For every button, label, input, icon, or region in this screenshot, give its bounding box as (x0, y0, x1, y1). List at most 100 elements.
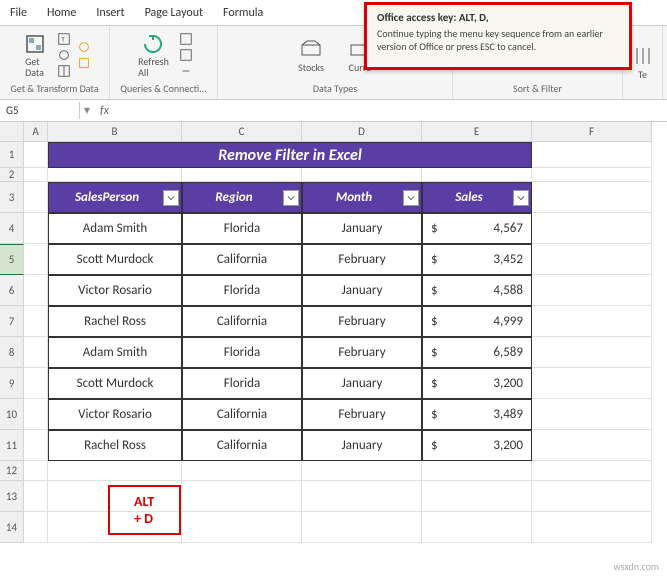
cell[interactable] (532, 182, 652, 213)
cell[interactable]: ALT + D (48, 481, 182, 512)
cell[interactable] (24, 368, 48, 399)
cell-month[interactable]: February (302, 337, 422, 368)
cell[interactable] (532, 430, 652, 461)
cell[interactable] (532, 275, 652, 306)
col-header-c[interactable]: C (182, 122, 302, 142)
from-table-icon[interactable] (57, 64, 71, 78)
cell[interactable] (532, 368, 652, 399)
row-header-9[interactable]: 9 (0, 368, 24, 399)
cell[interactable] (24, 275, 48, 306)
row-header-12[interactable]: 12 (0, 461, 24, 481)
cell-sales[interactable]: $4,999 (422, 306, 532, 337)
stocks-button[interactable]: Stocks (294, 35, 328, 76)
cell-region[interactable]: Florida (182, 275, 302, 306)
cell-salesperson[interactable]: Rachel Ross (48, 430, 182, 461)
cell[interactable] (532, 168, 652, 182)
name-box-dropdown-icon[interactable]: ▾ (80, 103, 94, 118)
queries-icon[interactable] (179, 32, 193, 46)
cell[interactable] (422, 461, 532, 481)
cell[interactable] (48, 461, 182, 481)
cell-sales[interactable]: $3,200 (422, 430, 532, 461)
cell-sales[interactable]: $3,200 (422, 368, 532, 399)
existing-conn-icon[interactable] (77, 56, 91, 70)
cell-month[interactable]: February (302, 244, 422, 275)
cell[interactable] (24, 213, 48, 244)
cell-region[interactable]: California (182, 399, 302, 430)
refresh-all-button[interactable]: Refresh All (134, 30, 173, 80)
cell-month[interactable]: January (302, 368, 422, 399)
cell-salesperson[interactable]: Victor Rosario (48, 275, 182, 306)
col-header-e[interactable]: E (422, 122, 532, 142)
row-header-2[interactable]: 2 (0, 168, 24, 182)
links-icon[interactable] (179, 64, 193, 78)
cell-region[interactable]: California (182, 244, 302, 275)
cell[interactable] (48, 168, 182, 182)
cell-salesperson[interactable]: Rachel Ross (48, 306, 182, 337)
cell-salesperson[interactable]: Victor Rosario (48, 399, 182, 430)
header-salesperson[interactable]: SalesPerson (48, 182, 182, 213)
cell-month[interactable]: January (302, 213, 422, 244)
cell[interactable] (532, 306, 652, 337)
cell-region[interactable]: Florida (182, 337, 302, 368)
cell[interactable] (532, 461, 652, 481)
name-box[interactable]: G5 (0, 102, 80, 119)
cell[interactable] (302, 168, 422, 182)
tab-formula[interactable]: Formula (213, 2, 273, 24)
cell-salesperson[interactable]: Scott Murdock (48, 244, 182, 275)
col-header-a[interactable]: A (24, 122, 48, 142)
col-header-f[interactable]: F (532, 122, 652, 142)
cell[interactable] (422, 168, 532, 182)
get-data-button[interactable]: Get Data (19, 30, 51, 80)
fx-button[interactable]: fx (94, 104, 115, 118)
cell-sales[interactable]: $4,588 (422, 275, 532, 306)
properties-icon[interactable] (179, 48, 193, 62)
cell[interactable] (24, 244, 48, 275)
cell[interactable] (532, 399, 652, 430)
cell[interactable] (24, 481, 48, 512)
cell-salesperson[interactable]: Adam Smith (48, 213, 182, 244)
filter-dropdown-sales[interactable] (513, 190, 529, 206)
filter-dropdown-salesperson[interactable] (163, 190, 179, 206)
col-header-b[interactable]: B (48, 122, 182, 142)
row-header-6[interactable]: 6 (0, 275, 24, 306)
cell[interactable] (532, 337, 652, 368)
cell[interactable] (24, 512, 48, 543)
cell-month[interactable]: January (302, 275, 422, 306)
cell-region[interactable]: Florida (182, 368, 302, 399)
cell-region[interactable]: California (182, 306, 302, 337)
cell[interactable] (532, 244, 652, 275)
row-header-4[interactable]: 4 (0, 213, 24, 244)
cell[interactable] (24, 337, 48, 368)
header-region[interactable]: Region (182, 182, 302, 213)
row-header-5[interactable]: 5 (0, 244, 24, 275)
cell[interactable] (24, 430, 48, 461)
cell[interactable] (24, 168, 48, 182)
cell[interactable] (532, 213, 652, 244)
filter-dropdown-month[interactable] (403, 190, 419, 206)
cell-salesperson[interactable]: Adam Smith (48, 337, 182, 368)
cell[interactable] (302, 481, 422, 512)
cell[interactable] (24, 461, 48, 481)
header-sales[interactable]: Sales (422, 182, 532, 213)
cell-region[interactable]: California (182, 430, 302, 461)
row-header-14[interactable]: 14 (0, 512, 24, 543)
cell[interactable] (182, 512, 302, 543)
tab-home[interactable]: Home (37, 2, 86, 24)
cell[interactable] (532, 512, 652, 543)
cell-sales[interactable]: $3,452 (422, 244, 532, 275)
row-header-11[interactable]: 11 (0, 430, 24, 461)
title-cell[interactable]: Remove Filter in Excel (48, 142, 532, 168)
row-header-8[interactable]: 8 (0, 337, 24, 368)
from-web-icon[interactable] (57, 48, 71, 62)
cell-sales[interactable]: $3,489 (422, 399, 532, 430)
cell[interactable] (182, 168, 302, 182)
formula-input[interactable] (115, 109, 667, 113)
row-header-10[interactable]: 10 (0, 399, 24, 430)
tab-pagelayout[interactable]: Page Layout (135, 2, 213, 24)
cell-salesperson[interactable]: Scott Murdock (48, 368, 182, 399)
from-text-icon[interactable]: T (57, 32, 71, 46)
cell[interactable] (24, 399, 48, 430)
row-header-1[interactable]: 1 (0, 142, 24, 168)
cell[interactable] (532, 481, 652, 512)
cell[interactable] (422, 481, 532, 512)
